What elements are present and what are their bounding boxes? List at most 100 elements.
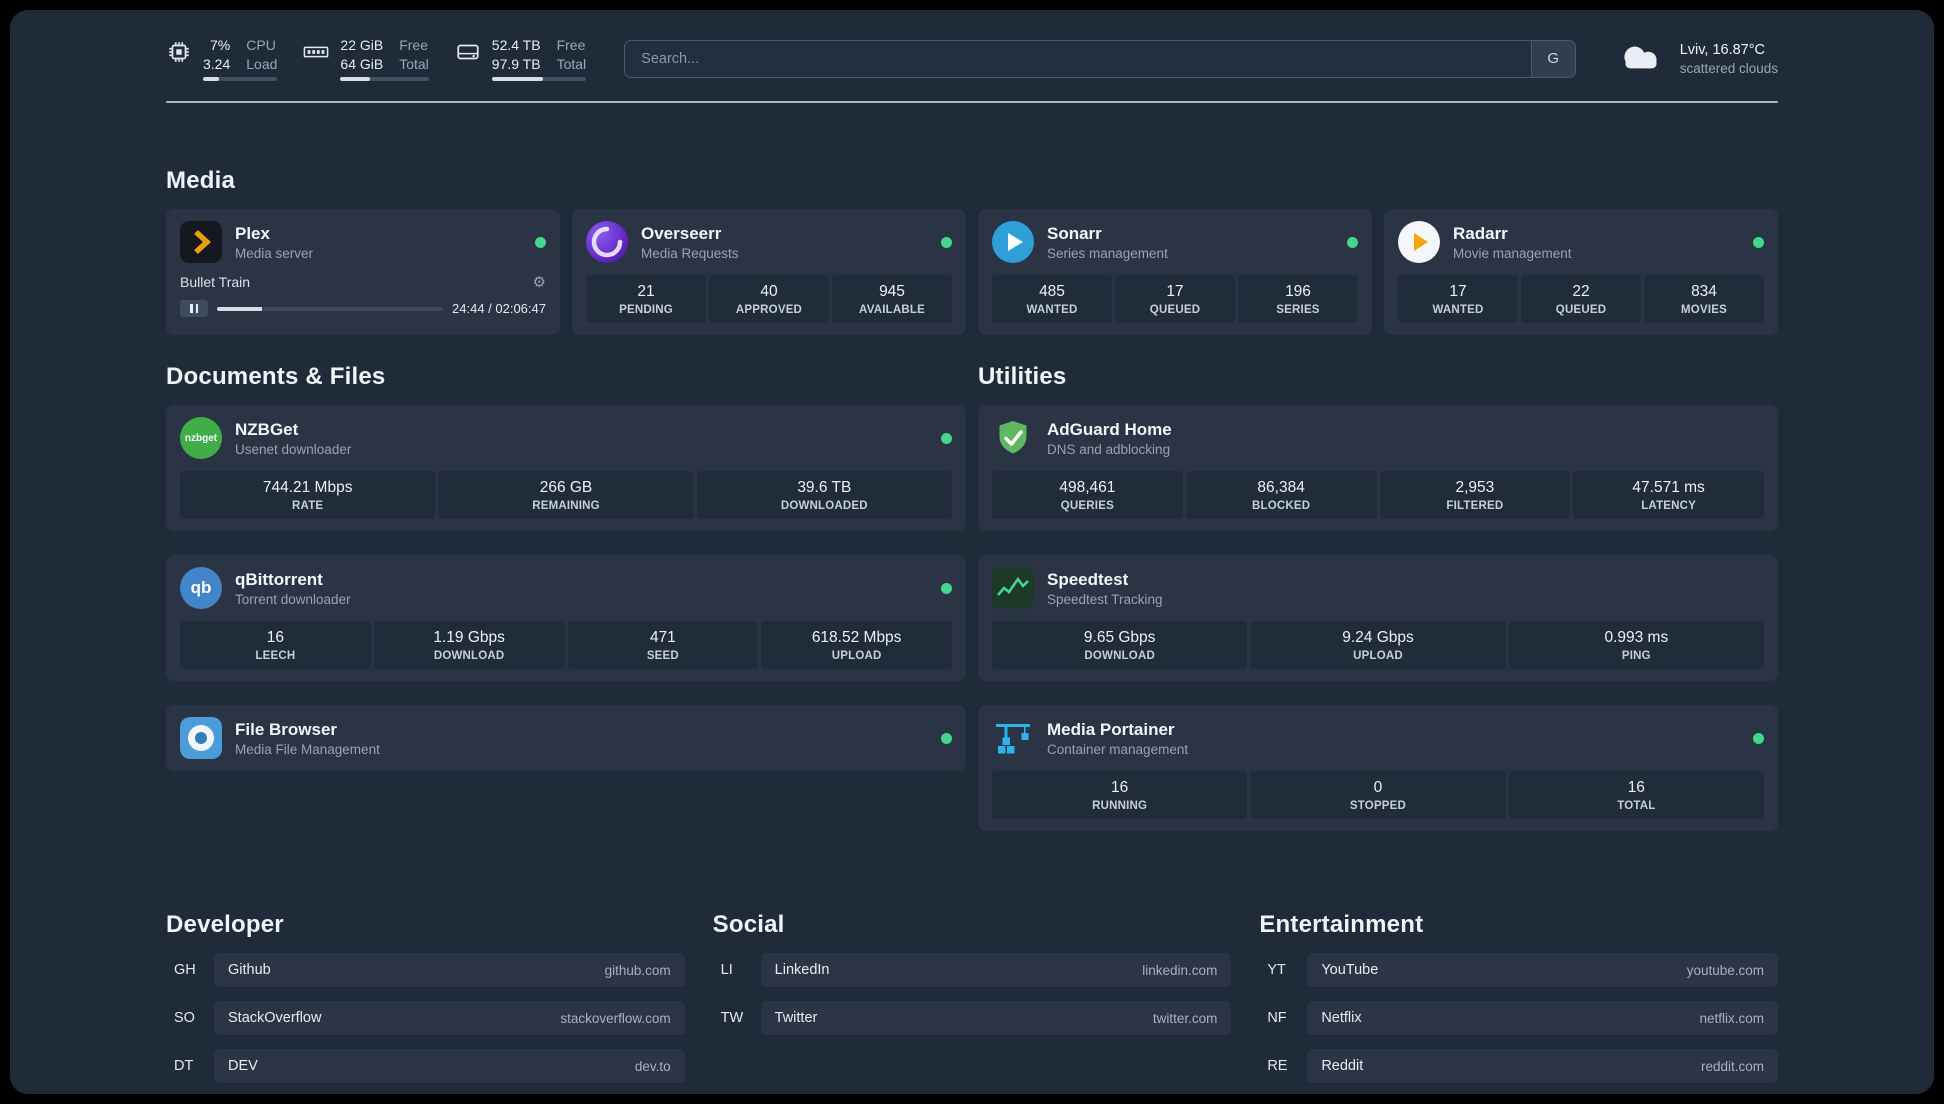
disk-progress-bar (491, 77, 587, 82)
cloud-icon (1624, 46, 1657, 69)
bookmark-abbr: GH (174, 962, 196, 979)
service-card-qbittorrent[interactable]: qb qBittorrent Torrent downloader 16 LEE… (166, 555, 966, 682)
bookmark-stackoverflow[interactable]: SO StackOverflow stackoverflow.com (166, 1001, 685, 1036)
disk-free-label: Free (556, 37, 586, 53)
bookmark-youtube[interactable]: YT YouTube youtube.com (1259, 953, 1778, 988)
service-card-plex[interactable]: Plex Media server Bullet Train ⚙ 24:44 /… (166, 209, 560, 336)
stat-queued: 17 QUEUED (1115, 275, 1235, 324)
status-dot (535, 236, 546, 248)
section-media: Media Plex Media server Bullet Train ⚙ 2… (166, 167, 1778, 336)
section-title-social: Social (712, 911, 785, 939)
stat-upload: 9.24 Gbps UPLOAD (1250, 621, 1506, 670)
bookmark-netflix[interactable]: NF Netflix netflix.com (1259, 1001, 1778, 1036)
bookmark-linkedin[interactable]: LI LinkedIn linkedin.com (713, 953, 1232, 988)
status-dot (941, 582, 952, 594)
status-dot (941, 236, 952, 248)
now-playing-track: Bullet Train (180, 274, 251, 291)
stat-wanted: 485 WANTED (992, 275, 1112, 324)
section-documents: Documents & Files nzbget NZBGet Usenet d… (166, 363, 966, 795)
stat-available: 945 AVAILABLE (832, 275, 952, 324)
bookmark-twitter[interactable]: TW Twitter twitter.com (713, 1001, 1232, 1036)
overseerr-icon (586, 221, 628, 264)
sonarr-icon (992, 221, 1034, 264)
status-dot (941, 432, 952, 444)
playback-time: 24:44 / 02:06:47 (452, 301, 546, 317)
bookmark-name: Netflix (1321, 1010, 1362, 1027)
section-utilities: Utilities AdGuard Home DNS and adblockin… (978, 363, 1778, 855)
bookmark-url: linkedin.com (1142, 962, 1218, 978)
service-subtitle: Container management (1047, 742, 1189, 758)
service-subtitle: Media Requests (641, 246, 739, 262)
bookmark-abbr: RE (1267, 1058, 1288, 1075)
service-subtitle: Media server (235, 246, 314, 262)
cpu-usage-value: 7% (210, 37, 231, 53)
weather-condition: scattered clouds (1679, 60, 1778, 76)
bookmark-abbr: TW (720, 1010, 744, 1027)
bookmark-name: Github (228, 962, 271, 979)
pause-button[interactable] (180, 300, 208, 318)
section-title-developer: Developer (166, 911, 284, 939)
service-card-overseerr[interactable]: Overseerr Media Requests 21 PENDING 40 A… (572, 209, 966, 336)
bookmark-url: stackoverflow.com (560, 1010, 671, 1026)
service-subtitle: Series management (1047, 246, 1168, 262)
status-dot (1347, 236, 1358, 248)
memory-free-value: 22 GiB (340, 37, 384, 53)
cpu-usage-label: CPU (246, 37, 276, 53)
service-name: NZBGet (235, 419, 299, 439)
stat-filtered: 2,953 FILTERED (1379, 471, 1571, 520)
service-card-portainer[interactable]: Media Portainer Container management 16 … (978, 705, 1778, 832)
service-subtitle: Usenet downloader (235, 442, 352, 458)
stat-pending: 21 PENDING (586, 275, 706, 324)
search-input[interactable] (625, 40, 1531, 77)
service-subtitle: DNS and adblocking (1047, 442, 1171, 458)
search-provider-button[interactable]: G (1530, 40, 1575, 77)
service-name: Radarr (1453, 223, 1508, 243)
bookmark-abbr: YT (1267, 962, 1286, 979)
stat-download: 9.65 Gbps DOWNLOAD (992, 621, 1248, 670)
service-card-speedtest[interactable]: Speedtest Speedtest Tracking 9.65 Gbps D… (978, 555, 1778, 682)
stat-ping: 0.993 ms PING (1508, 621, 1764, 670)
service-name: qBittorrent (235, 569, 323, 589)
bookmark-url: reddit.com (1700, 1058, 1764, 1074)
service-card-nzbget[interactable]: nzbget NZBGet Usenet downloader 744.21 M… (166, 405, 966, 532)
stat-total: 16 TOTAL (1508, 771, 1764, 820)
filebrowser-icon (180, 717, 222, 760)
stat-queries: 498,461 QUERIES (992, 471, 1183, 520)
bookmark-url: youtube.com (1686, 962, 1764, 978)
now-playing-widget: Bullet Train ⚙ 24:44 / 02:06:47 (180, 273, 546, 318)
settings-gear-icon[interactable]: ⚙ (533, 273, 546, 291)
bookmark-github[interactable]: GH Github github.com (166, 953, 685, 988)
stat-queued: 22 QUEUED (1521, 275, 1641, 324)
bookmark-name: LinkedIn (774, 962, 830, 979)
section-title-utilities: Utilities (978, 363, 1067, 391)
service-card-radarr[interactable]: Radarr Movie management 17 WANTED 22 QUE… (1384, 209, 1778, 336)
service-subtitle: Torrent downloader (235, 592, 351, 608)
service-card-filebrowser[interactable]: File Browser Media File Management (166, 705, 966, 772)
search-bar: G (624, 39, 1576, 78)
bookmark-url: netflix.com (1699, 1010, 1764, 1026)
plex-icon (180, 221, 222, 264)
bookmark-abbr: LI (720, 962, 733, 979)
service-name: Sonarr (1047, 223, 1102, 243)
stat-blocked: 86,384 BLOCKED (1185, 471, 1377, 520)
bookmark-name: Reddit (1321, 1058, 1364, 1075)
status-dot (941, 732, 952, 744)
cpu-load-label: Load (246, 56, 278, 73)
weather-widget: Lviv, 16.87°C scattered clouds (1614, 41, 1778, 77)
dashboard-panel: 7% CPU 3.24 Load 22 GiB Free 64 GiB Tota… (10, 10, 1934, 1094)
bookmark-name: StackOverflow (228, 1010, 322, 1027)
resource-widgets: 7% CPU 3.24 Load 22 GiB Free 64 GiB Tota… (166, 36, 587, 82)
service-subtitle: Media File Management (235, 742, 380, 758)
bookmark-reddit[interactable]: RE Reddit reddit.com (1259, 1049, 1778, 1084)
stat-download: 1.19 Gbps DOWNLOAD (373, 621, 565, 670)
playback-progress-bar[interactable] (217, 306, 444, 312)
memory-total-value: 64 GiB (340, 56, 384, 73)
service-card-adguard[interactable]: AdGuard Home DNS and adblocking 498,461 … (978, 405, 1778, 532)
nzbget-icon: nzbget (180, 417, 222, 460)
adguard-icon (992, 417, 1034, 459)
stat-latency: 47.571 ms LATENCY (1573, 471, 1764, 520)
stat-leech: 16 LEECH (180, 621, 371, 670)
service-card-sonarr[interactable]: Sonarr Series management 485 WANTED 17 Q… (978, 209, 1372, 336)
bookmark-dev[interactable]: DT DEV dev.to (166, 1049, 685, 1084)
bookmark-name: DEV (228, 1058, 258, 1075)
